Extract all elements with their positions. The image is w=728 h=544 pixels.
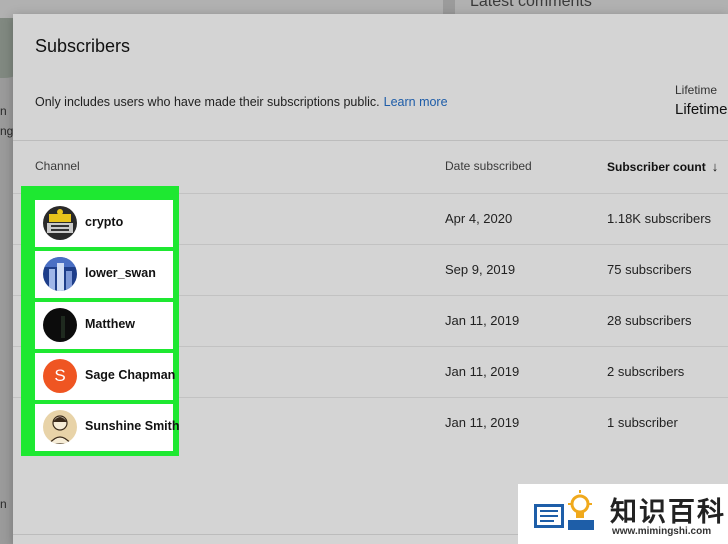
column-header-label: Subscriber count xyxy=(607,160,706,174)
watermark: 知识百科 www.mimingshi.com xyxy=(518,484,728,544)
channel-name[interactable]: crypto xyxy=(85,215,123,229)
learn-more-link[interactable]: Learn more xyxy=(384,95,448,109)
channel-avatar xyxy=(43,206,77,240)
column-header-subscriber-count[interactable]: Subscriber count ↓ xyxy=(607,159,718,174)
date-range-selector[interactable]: Lifetime xyxy=(675,101,728,118)
dialog-description: Only includes users who have made their … xyxy=(35,95,448,109)
background-edge-text: ng xyxy=(0,124,14,138)
channel-cell[interactable]: Matthew xyxy=(35,302,173,349)
subscriber-count: 1.18K subscribers xyxy=(607,211,712,226)
date-subscribed: Jan 11, 2019 xyxy=(445,364,520,379)
watermark-text: 知识百科 xyxy=(610,497,726,528)
date-range-label: Lifetime xyxy=(675,83,718,97)
watermark-url: www.mimingshi.com xyxy=(612,526,712,537)
channel-name[interactable]: Sage Chapman xyxy=(85,368,175,382)
background-edge-text: n xyxy=(0,104,7,118)
description-text: Only includes users who have made their … xyxy=(35,95,380,109)
background-edge-text: n xyxy=(0,497,7,511)
channel-avatar xyxy=(43,410,77,444)
date-subscribed: Jan 11, 2019 xyxy=(445,313,520,328)
header-divider xyxy=(13,140,728,141)
subscribers-dialog: Subscribers Only includes users who have… xyxy=(13,14,728,544)
channel-avatar xyxy=(43,308,77,342)
channel-cell[interactable]: Sunshine Smith xyxy=(35,404,179,451)
date-subscribed: Apr 4, 2020 xyxy=(445,211,513,226)
latest-comments-title: Latest comments xyxy=(470,0,592,10)
column-header-date[interactable]: Date subscribed xyxy=(445,159,532,173)
subscriber-count: 2 subscribers xyxy=(607,364,685,379)
date-subscribed: Sep 9, 2019 xyxy=(445,262,516,277)
column-header-channel: Channel xyxy=(35,159,80,173)
subscriber-count: 75 subscribers xyxy=(607,262,692,277)
channel-avatar: S xyxy=(43,359,77,393)
date-subscribed: Jan 11, 2019 xyxy=(445,415,520,430)
arrow-down-icon[interactable]: ↓ xyxy=(712,159,719,174)
channel-cell[interactable]: crypto xyxy=(35,200,173,247)
channel-name[interactable]: lower_swan xyxy=(85,266,156,280)
channel-avatar xyxy=(43,257,77,291)
dialog-title: Subscribers xyxy=(35,36,131,56)
channel-name[interactable]: Matthew xyxy=(85,317,135,331)
channel-column-highlight: crypto lower_swan Matthew S Sage Chapman… xyxy=(21,186,179,456)
channel-cell[interactable]: S Sage Chapman xyxy=(35,353,175,400)
channel-cell[interactable]: lower_swan xyxy=(35,251,173,298)
channel-name[interactable]: Sunshine Smith xyxy=(85,419,179,433)
avatar-letter: S xyxy=(54,366,66,385)
book-lightbulb-icon xyxy=(534,490,594,530)
subscriber-count: 28 subscribers xyxy=(607,313,692,328)
subscriber-count: 1 subscriber xyxy=(607,415,678,430)
